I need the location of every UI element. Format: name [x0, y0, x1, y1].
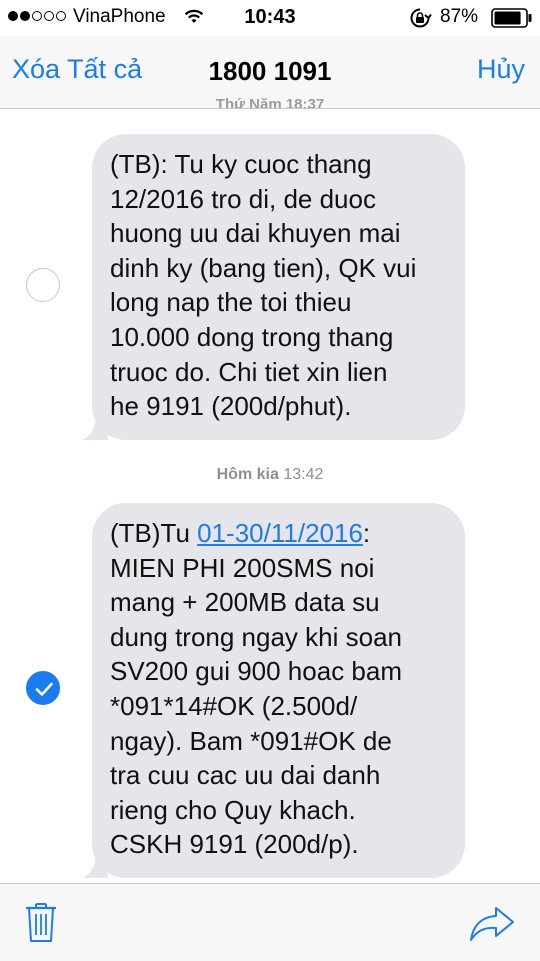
message-2-first-line: (TB)Tu 01-30/11/2016: — [110, 516, 449, 551]
cancel-button[interactable]: Hủy — [477, 54, 525, 85]
message-1-line: 12/2016 tro di, de duoc — [110, 183, 376, 214]
checkmark-icon — [35, 682, 53, 696]
timestamp-time: 13:42 — [283, 466, 324, 483]
select-message-1-checkbox[interactable] — [26, 268, 60, 302]
message-1-line: long nap the toi thieu — [110, 287, 352, 318]
bubble-tail — [82, 851, 108, 878]
message-1-line: (TB): Tu ky cuoc thang — [110, 149, 372, 179]
date-range-link[interactable]: 01-30/11/2016 — [197, 518, 363, 548]
trash-icon[interactable] — [24, 900, 58, 944]
message-timestamp: Hôm kia 13:42 — [0, 466, 540, 484]
status-bar: VinaPhone 10:43 87% — [0, 0, 540, 36]
message-bubble-1[interactable]: (TB): Tu ky cuoc thang 12/2016 tro di, d… — [82, 134, 465, 440]
bottom-toolbar — [0, 883, 540, 961]
conversation-title: 1800 1091 — [208, 56, 332, 86]
message-1-line: truoc do. Chi tiet xin lien — [110, 356, 388, 387]
battery-icon — [491, 8, 532, 28]
bubble-tail — [82, 413, 108, 440]
message-2-line: ngay). Bam *091#OK de — [110, 725, 392, 756]
message-2-line: SV200 gui 900 hoac bam — [110, 656, 402, 687]
message-2-prefix: (TB)Tu — [110, 518, 198, 548]
message-2-line: mang + 200MB data su — [110, 587, 380, 618]
message-list[interactable]: (TB): Tu ky cuoc thang 12/2016 tro di, d… — [0, 109, 540, 883]
message-2-line: rieng cho Quy khach. — [110, 794, 356, 825]
timestamp-day: Hôm kia — [216, 466, 279, 483]
message-1-line: dinh ky (bang tien), QK vui — [110, 252, 417, 283]
forward-arrow-icon[interactable] — [469, 906, 515, 942]
message-2-line: MIEN PHI 200SMS noi — [110, 552, 375, 583]
select-message-2-checkbox[interactable] — [26, 671, 60, 705]
message-1-line: 10.000 dong trong thang — [110, 321, 394, 352]
scrolled-timestamp: Thứ Năm 18:37 — [215, 96, 325, 109]
rotation-lock-icon — [410, 8, 432, 28]
message-bubble-2[interactable]: (TB)Tu 01-30/11/2016: MIEN PHI 200SMS no… — [82, 503, 465, 878]
message-2-line: CSKH 9191 (200d/p). — [110, 829, 359, 860]
message-2-line: tra cuu cac uu dai danh — [110, 760, 381, 791]
navigation-bar: Thứ Năm 18:37 Xóa Tất cả 1800 1091 Hủy — [0, 36, 540, 109]
message-2-suffix: : — [362, 518, 371, 548]
message-2-line: *091*14#OK (2.500d/ — [110, 690, 358, 721]
message-1-line: he 9191 (200d/phut). — [110, 391, 352, 422]
message-1-line: huong uu dai khuyen mai — [110, 218, 401, 249]
battery-percent: 87% — [440, 6, 479, 27]
message-2-line: dung trong ngay khi soan — [110, 621, 402, 652]
